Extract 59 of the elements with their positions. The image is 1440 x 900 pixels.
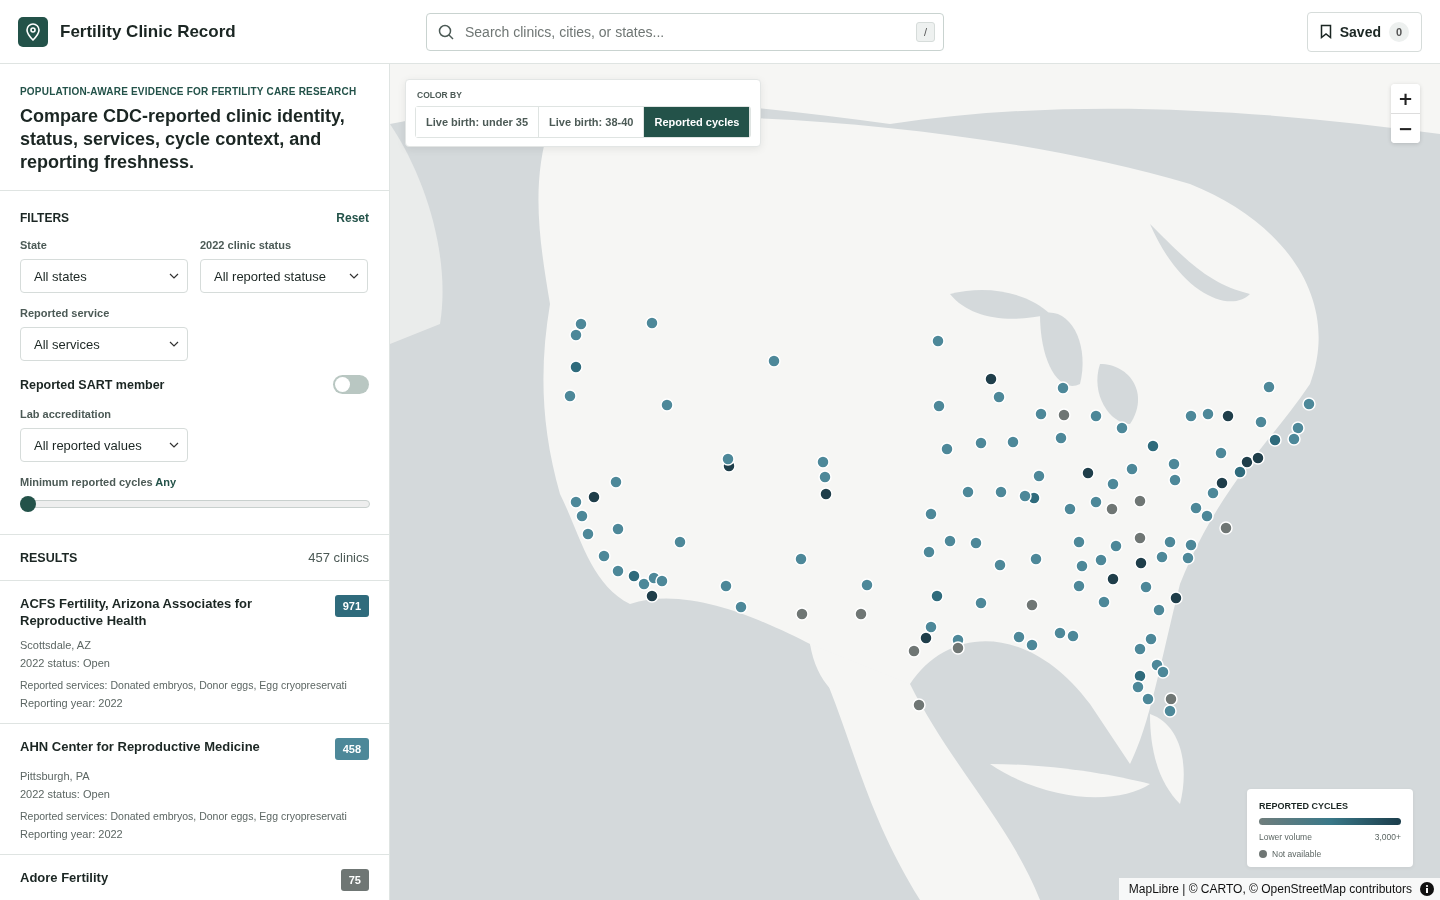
legend-low-label: Lower volume xyxy=(1259,832,1312,842)
app-title: Fertility Clinic Record xyxy=(60,21,237,42)
results-count: 457 clinics xyxy=(308,550,369,565)
chevron-down-icon xyxy=(169,442,179,448)
chevron-down-icon xyxy=(169,273,179,279)
map-pin-icon xyxy=(18,16,48,47)
result-card[interactable]: ACFS Fertility, Arizona Associates for Reproductive Health 971 Scottsdale, AZ 2022 status: Open Reported services: Donated embryos, Donor eggs, Egg cryopreservati Reporting year: 2022 xyxy=(0,581,389,724)
legend-na-label: Not available xyxy=(1272,849,1322,859)
clinic-services: Reported services: Donated embryos, Donor eggs, Egg cryopreservati xyxy=(20,810,348,822)
legend-title: REPORTED CYCLES xyxy=(1259,801,1349,811)
filter-label: 2022 clinic status xyxy=(200,239,293,251)
select-field[interactable]: All reported values xyxy=(20,428,188,462)
attribution-text: MapLibre | © CARTO, © OpenStreetMap contributors xyxy=(1128,882,1412,896)
eyebrow-text: POPULATION-AWARE EVIDENCE FOR FERTILITY CARE RESEARCH xyxy=(20,86,358,97)
chevron-down-icon xyxy=(349,273,359,279)
select-field[interactable]: All reported statuse xyxy=(200,259,368,293)
filter-label: Reported service xyxy=(20,307,111,319)
clinic-name: Adore Fertility xyxy=(20,869,109,886)
reset-link[interactable]: Reset xyxy=(336,211,369,225)
reporting-year: Reporting year: 2022 xyxy=(20,828,124,840)
search-icon xyxy=(438,23,454,40)
result-card[interactable]: Adore Fertility 75 xyxy=(0,855,389,900)
clinic-location: Pittsburgh, PA xyxy=(20,770,91,782)
clinic-location: Scottsdale, AZ xyxy=(20,639,92,651)
clinic-name: ACFS Fertility, Arizona Associates for Reproductive Health xyxy=(20,595,254,629)
filter-label: State xyxy=(20,239,48,251)
clinic-status: 2022 status: Open xyxy=(20,788,111,800)
range-slider[interactable] xyxy=(20,496,370,512)
clinic-markers-drawing[interactable] xyxy=(563,316,1316,718)
color-by-tab[interactable]: Live birth: under 35 xyxy=(416,107,540,137)
saved-count: 0 xyxy=(1389,21,1409,42)
legend-high-label: 3,000+ xyxy=(1374,832,1401,842)
info-icon[interactable] xyxy=(1420,882,1434,896)
cycles-badge: 75 xyxy=(340,869,369,891)
zoom-in-button[interactable]: + xyxy=(1391,84,1420,113)
cycles-badge: 458 xyxy=(334,738,369,760)
reporting-year: Reporting year: 2022 xyxy=(20,697,124,709)
clinic-status: 2022 status: Open xyxy=(20,657,111,669)
toggle-label: Reported SART member xyxy=(20,377,165,392)
headline: Compare CDC-reported clinic identity, status, services, cycle context, and reporting freshness. xyxy=(20,105,346,174)
clinic-name: AHN Center for Reproductive Medicine xyxy=(20,738,260,755)
zoom-out-button[interactable]: − xyxy=(1391,114,1420,143)
select-field[interactable]: All states xyxy=(20,259,188,293)
filter-label: Lab accreditation xyxy=(20,408,113,420)
bookmark-icon xyxy=(1319,24,1332,39)
panel-title: COLOR BY xyxy=(416,90,463,100)
cycles-badge: 971 xyxy=(334,595,369,617)
color-by-tab[interactable]: Reported cycles xyxy=(644,107,751,137)
result-card[interactable]: AHN Center for Reproductive Medicine 458 Pittsburgh, PA 2022 status: Open Reported services: Donated embryos, Donor eggs, Egg cryopreservati Reporting year: 2022 xyxy=(0,724,389,855)
legend-dot xyxy=(1259,850,1267,858)
section-title: FILTERS xyxy=(20,211,70,225)
clinic-services: Reported services: Donated embryos, Donor eggs, Egg cryopreservati xyxy=(20,679,348,691)
select-field[interactable]: All services xyxy=(20,327,188,361)
toggle-switch[interactable] xyxy=(333,375,369,394)
slider-thumb[interactable] xyxy=(20,496,36,512)
chevron-down-icon xyxy=(169,341,179,347)
saved-button[interactable]: Saved 0 xyxy=(1306,11,1422,52)
slider-label: Minimum reported cycles Any xyxy=(20,476,178,488)
section-title: RESULTS xyxy=(20,550,78,565)
